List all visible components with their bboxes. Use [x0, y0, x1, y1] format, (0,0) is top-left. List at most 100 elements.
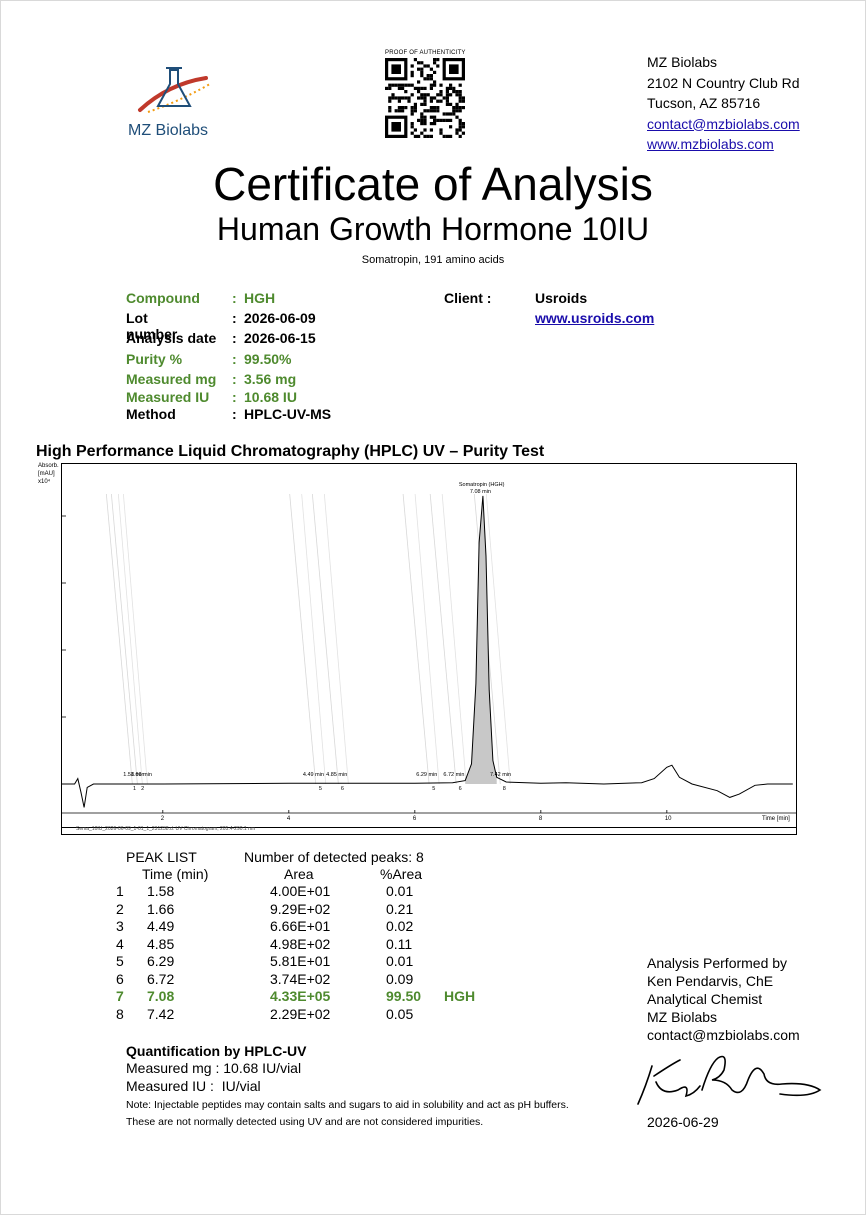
- peak-number-label: 5: [319, 786, 322, 792]
- peak-time: 4.49: [147, 918, 175, 934]
- peak-tag: HGH: [444, 988, 476, 1004]
- peak-time: 1.66: [147, 900, 175, 917]
- document-subtitle: Human Growth Hormone 10IU: [216, 211, 650, 247]
- guide-line: [414, 493, 440, 785]
- guide-line: [323, 493, 349, 785]
- peak-time-label: 7.42 min: [490, 772, 511, 778]
- peak-time-label: 4.85 min: [326, 772, 347, 778]
- note-line-1: Note: Injectable peptides may contain sa…: [126, 1099, 569, 1111]
- peak-time: 6.72: [147, 970, 175, 987]
- y-label-line-1: Absorb.: [38, 463, 59, 469]
- peak-time: 7.08: [147, 988, 175, 1004]
- peak-pct: 0.21: [386, 900, 414, 917]
- y-label-line-2: [mAU]: [38, 471, 55, 477]
- peak-number: 8: [116, 1005, 124, 1022]
- guide-line: [105, 493, 133, 785]
- peak-pct: 0.01: [386, 953, 414, 969]
- peak-row: 4 4.85 4.98E+02 0.11: [0, 936, 866, 954]
- peak-number-label: 1: [133, 786, 136, 792]
- client-name: Usroids: [535, 290, 588, 306]
- hplc-chart: 01234246810Time [min]Somatropin (HGH)7.0…: [36, 463, 797, 828]
- client-website-link[interactable]: www.usroids.com: [535, 310, 654, 326]
- legend-text: Sema_10IU_2026-06-09_1-01_1_231238.d: UV…: [76, 826, 256, 832]
- peak-number: 6: [116, 970, 124, 987]
- peak-row: 2 1.66 9.29E+02 0.21: [0, 901, 866, 919]
- main-peak-name: Somatropin (HGH): [459, 482, 505, 488]
- y-axis-label: Absorb. [mAU] x10⁴: [38, 462, 59, 486]
- peak-area: 4.00E+01: [270, 883, 331, 899]
- peak-time-label: 6.29 min: [416, 772, 437, 778]
- guide-line: [122, 493, 148, 785]
- handwritten-signature: [637, 1055, 822, 1105]
- address-company: MZ Biolabs: [647, 54, 718, 70]
- peak-time-label: 6.72 min: [443, 772, 464, 778]
- company-logo: MZ Biolabs: [128, 62, 228, 142]
- website-link[interactable]: www.mzbiolabs.com: [647, 136, 774, 152]
- compound-description: Somatropin, 191 amino acids: [361, 254, 505, 266]
- guide-line: [110, 493, 138, 785]
- signature-block: Analysis Performed by Ken Pendarvis, ChE…: [647, 954, 800, 1044]
- note-line-2: These are not normally detected using UV…: [126, 1116, 484, 1128]
- peak-pct: 0.09: [386, 970, 414, 987]
- guide-line: [311, 493, 339, 785]
- guide-line: [429, 493, 457, 785]
- peak-area: 6.66E+01: [270, 918, 331, 934]
- y-label-line-3: x10⁴: [38, 479, 51, 485]
- company-address: MZ Biolabs 2102 N Country Club Rd Tucson…: [647, 52, 800, 155]
- flask-logo-icon: [138, 67, 211, 113]
- peak-pct: 0.01: [386, 883, 414, 899]
- peak-time: 7.42: [147, 1005, 175, 1022]
- guide-line: [117, 493, 143, 785]
- peak-number-label: 8: [503, 786, 506, 792]
- x-tick-label: 8: [539, 816, 543, 822]
- sig-line-3: Analytical Chemist: [647, 991, 763, 1007]
- peak-number-label: 6: [341, 786, 344, 792]
- peak-number: 3: [116, 918, 124, 934]
- peak-number-label: 5: [432, 786, 435, 792]
- client-label: Client :: [444, 290, 492, 306]
- peak-pct: 0.11: [386, 935, 413, 952]
- contact-email-link[interactable]: contact@mzbiolabs.com: [647, 116, 800, 132]
- peak-list-title: PEAK LIST: [126, 849, 197, 865]
- sig-line-5: contact@mzbiolabs.com: [647, 1027, 800, 1043]
- peak-time-label: 4.49 min: [303, 772, 324, 778]
- peak-pct: 0.05: [386, 1005, 414, 1022]
- peak-pct: 99.50: [386, 988, 422, 1004]
- document-title: Certificate of Analysis: [213, 158, 653, 210]
- guide-line: [402, 493, 430, 785]
- peak-area: 5.81E+01: [270, 953, 331, 969]
- peak-number: 2: [116, 900, 124, 917]
- peak-number: 4: [116, 935, 124, 952]
- hplc-section-title: High Performance Liquid Chromatography (…: [36, 443, 545, 460]
- peak-area: 4.98E+02: [270, 935, 331, 952]
- quantification-title: Quantification by HPLC-UV: [126, 1043, 307, 1059]
- qr-code-icon: [385, 58, 465, 138]
- peak-number-label: 6: [459, 786, 462, 792]
- guide-line: [289, 493, 317, 785]
- peak-area: 3.74E+02: [270, 970, 331, 987]
- peak-area: 9.29E+02: [270, 900, 331, 917]
- address-street: 2102 N Country Club Rd: [647, 74, 800, 91]
- x-tick-label: 2: [161, 816, 165, 822]
- x-tick-label: 6: [413, 816, 417, 822]
- peak-time: 6.29: [147, 953, 175, 969]
- peak-time: 1.58: [147, 883, 175, 899]
- peak-header-time: Time (min): [142, 866, 209, 882]
- peak-number: 5: [116, 953, 124, 969]
- peak-row: 3 4.49 6.66E+01 0.02: [0, 918, 866, 936]
- peak-time-label: 1.66 min: [131, 772, 152, 778]
- sig-line-1: Analysis Performed by: [647, 955, 788, 971]
- signature-date: 2026-06-29: [647, 1114, 719, 1130]
- peak-header-pct: %Area: [380, 866, 423, 882]
- guide-line: [441, 493, 467, 785]
- peak-time: 4.85: [147, 935, 175, 952]
- peak-pct: 0.02: [386, 918, 414, 934]
- x-tick-label: 10: [665, 816, 672, 822]
- main-peak-time: 7.08 min: [470, 489, 491, 495]
- chart-legend: Sema_10IU_2026-06-09_1-01_1_231238.d: UV…: [61, 826, 797, 835]
- chromatogram-plot: 01234246810Time [min]Somatropin (HGH)7.0…: [36, 482, 796, 822]
- peak-number: 1: [116, 883, 124, 899]
- peak-row: 1 1.58 4.00E+01 0.01: [0, 883, 866, 901]
- x-tick-label: 4: [287, 816, 291, 822]
- peak-number-label: 2: [141, 786, 144, 792]
